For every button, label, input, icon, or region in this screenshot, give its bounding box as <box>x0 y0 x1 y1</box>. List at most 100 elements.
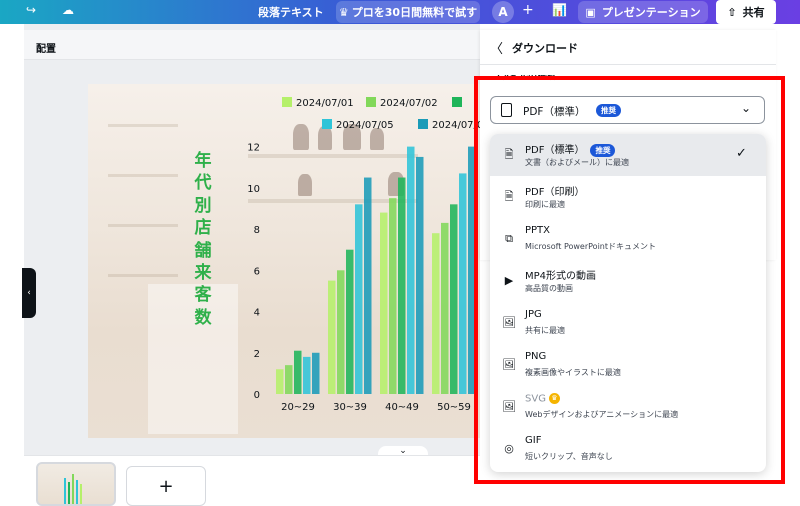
document-icon: 🗎 <box>504 148 514 161</box>
legend-label: 2024/07/01 <box>296 98 354 109</box>
option-title: GIF <box>525 435 542 446</box>
file-type-option[interactable]: ⧉ PPTX Microsoft PowerPointドキュメント <box>490 218 766 260</box>
legend-label: 2024/07/0 <box>432 120 480 131</box>
file-type-option[interactable]: 🖼 PNG 複素画像やイラストに最適 <box>490 344 766 386</box>
x-tick-label: 40~49 <box>385 402 419 413</box>
top-toolbar: ↪ ☁ 段落テキスト ♛ プロを30日間無料で試す A + 📊 ▣ プレゼンテー… <box>0 0 800 24</box>
present-icon: ▣ <box>585 5 596 19</box>
avatar[interactable]: A <box>492 1 514 23</box>
y-tick-label: 0 <box>254 390 260 401</box>
add-page-button[interactable]: + <box>126 466 206 506</box>
bar <box>450 204 458 394</box>
legend-swatch <box>322 119 332 129</box>
bar <box>389 198 397 394</box>
bar <box>328 280 336 394</box>
redo-icon[interactable]: ↪ <box>26 3 36 17</box>
bar <box>276 369 284 394</box>
file-type-option[interactable]: 🖼 SVG ♛ Webデザインおよびアニメーションに最適 <box>490 386 766 428</box>
legend-swatch <box>366 97 376 107</box>
crown-icon: ♛ <box>548 393 560 404</box>
option-title: PDF（標準） 推奨 <box>525 141 616 157</box>
y-tick-label: 12 <box>247 143 260 154</box>
option-description: Microsoft PowerPointドキュメント <box>525 242 656 251</box>
option-description: 短いクリップ、音声なし <box>525 452 613 461</box>
file-type-option[interactable]: 🗎 PDF（印刷） 印刷に最適 <box>490 176 766 218</box>
context-toolbar <box>24 30 480 60</box>
try-pro-button[interactable]: ♛ プロを30日間無料で試す <box>336 1 480 23</box>
x-tick-label: 30~39 <box>333 402 367 413</box>
bar-chart: 02468101220~2930~3940~4950~59602024/07/0… <box>247 97 480 413</box>
option-title: PDF（印刷） <box>525 187 585 198</box>
y-tick-label: 4 <box>254 308 260 319</box>
recommended-badge: 推奨 <box>596 104 621 117</box>
option-title: JPG <box>525 309 542 320</box>
option-description: 高品質の動画 <box>525 284 573 293</box>
file-type-dropdown: 🗎 PDF（標準） 推奨 文書（およびメール）に最適 ✓ 🗎 PDF（印刷） 印刷に最適 ⧉ PP… <box>490 134 766 472</box>
option-description: Webデザインおよびアニメーションに最適 <box>525 410 679 419</box>
option-title: SVG ♛ <box>525 393 560 405</box>
option-title: PPTX <box>525 225 551 236</box>
image-icon: 🖼 <box>502 316 516 329</box>
file-type-label: ファイルの種類 <box>492 75 556 82</box>
bar <box>398 177 406 394</box>
option-description: 共有に最適 <box>525 326 565 335</box>
bar <box>312 352 320 394</box>
file-type-option[interactable]: 🖼 JPG 共有に最適 <box>490 302 766 344</box>
try-pro-label: プロを30日間無料で試す <box>351 6 478 19</box>
presentation-icon: ⧉ <box>505 232 513 245</box>
bar <box>355 204 363 394</box>
bar <box>337 270 345 394</box>
bar <box>468 146 476 394</box>
legend-label: 2024/07/02 <box>380 98 438 109</box>
video-icon: ▶ <box>504 274 514 287</box>
file-type-option[interactable]: ▶ MP4形式の動画 高品質の動画 <box>490 260 766 302</box>
bar <box>441 222 449 394</box>
image-icon: 🖼 <box>502 400 516 413</box>
recommended-badge: 推奨 <box>590 144 616 157</box>
page-thumbnail[interactable] <box>36 462 116 506</box>
slide-title[interactable]: 年 代 別 店 舗 来 客 数 <box>190 150 216 329</box>
legend-swatch <box>452 97 462 107</box>
crown-icon: ♛ <box>338 5 349 19</box>
file-type-value: PDF（標準） <box>523 106 586 118</box>
x-tick-label: 50~59 <box>437 402 471 413</box>
file-type-select[interactable]: PDF（標準） 推奨 ⌄ <box>490 96 765 124</box>
cloud-sync-icon[interactable]: ☁ <box>62 3 74 17</box>
divider <box>480 64 776 65</box>
back-button[interactable]: 〈 <box>490 38 503 57</box>
option-description: 文書（およびメール）に最適 <box>525 158 629 167</box>
bar <box>285 365 293 394</box>
y-tick-label: 2 <box>254 349 260 360</box>
check-icon: ✓ <box>736 146 747 161</box>
legend-swatch <box>418 119 428 129</box>
x-tick-label: 20~29 <box>281 402 315 413</box>
share-button[interactable]: ⇧ 共有 <box>716 0 776 24</box>
bar <box>432 233 440 394</box>
bar <box>294 350 302 394</box>
y-tick-label: 6 <box>254 266 260 277</box>
file-type-option[interactable]: ◎ GIF 短いクリップ、音声なし <box>490 428 766 470</box>
side-panel-toggle[interactable]: ‹ <box>22 268 36 318</box>
option-title: MP4形式の動画 <box>525 271 597 282</box>
chevron-left-icon: ‹ <box>27 288 31 298</box>
bar <box>346 249 354 394</box>
text-style-button[interactable]: 段落テキスト <box>258 4 324 20</box>
analytics-icon[interactable]: 📊 <box>552 3 567 17</box>
bar <box>407 146 415 394</box>
arrange-button[interactable]: 配置 <box>36 40 56 55</box>
file-type-option[interactable]: 🗎 PDF（標準） 推奨 文書（およびメール）に最適 ✓ <box>490 134 766 176</box>
legend-swatch <box>282 97 292 107</box>
add-collaborator-icon[interactable]: + <box>522 2 534 18</box>
present-button[interactable]: ▣ プレゼンテーション <box>578 1 708 23</box>
chevron-down-icon: ⌄ <box>741 101 752 115</box>
option-description: 印刷に最適 <box>525 200 565 209</box>
legend-label: 2024/07/05 <box>336 120 394 131</box>
bar <box>303 356 311 394</box>
option-title: PNG <box>525 351 547 362</box>
bar <box>364 177 372 394</box>
left-strip <box>0 24 24 500</box>
present-label: プレゼンテーション <box>601 6 701 19</box>
option-description: 複素画像やイラストに最適 <box>525 368 621 377</box>
y-tick-label: 8 <box>254 225 260 236</box>
bar <box>416 156 424 394</box>
